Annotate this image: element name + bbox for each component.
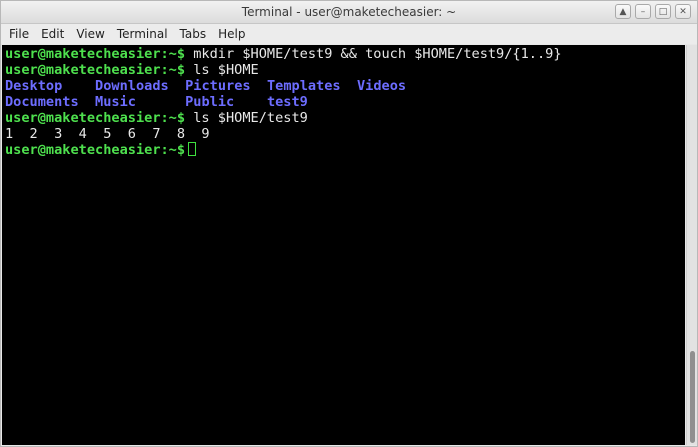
menu-tabs[interactable]: Tabs [174,24,213,44]
directory-entry: Pictures [185,78,251,94]
menu-bar: File Edit View Terminal Tabs Help [1,24,697,44]
command-text: ls $HOME/test9 [185,110,308,126]
close-icon[interactable]: ✕ [675,4,691,19]
directory-entry: Videos [357,78,407,94]
terminal-line: user@maketecheasier:~$ mkdir $HOME/test9… [5,46,685,62]
vertical-scrollbar[interactable] [686,45,697,445]
prompt: user@maketecheasier:~$ [5,62,186,78]
command-output: 1 2 3 4 5 6 7 8 9 [5,126,210,142]
directory-entry: Documents [5,94,79,110]
prompt: user@maketecheasier:~$ [5,46,186,62]
terminal-window: Terminal - user@maketecheasier: ~ ▲ – □ … [0,0,698,447]
directory-entry: Templates [266,78,341,94]
terminal-line: user@maketecheasier:~$ ls $HOME [5,62,685,78]
terminal-line: 1 2 3 4 5 6 7 8 9 [5,126,685,142]
title-bar[interactable]: Terminal - user@maketecheasier: ~ ▲ – □ … [1,1,697,24]
menu-edit[interactable]: Edit [35,24,70,44]
prompt: user@maketecheasier:~$ [5,142,186,158]
command-text: mkdir $HOME/test9 && touch $HOME/test9/{… [185,46,562,62]
maximize-icon[interactable]: □ [655,4,671,19]
terminal-line: Desktop Downloads Pictures Templates Vid… [5,78,685,94]
menu-terminal[interactable]: Terminal [111,24,174,44]
menu-help[interactable]: Help [212,24,251,44]
window-controls: ▲ – □ ✕ [615,4,691,19]
directory-entry: Public [185,94,235,110]
directory-entry: Music [95,94,136,110]
directory-entry: Desktop [5,78,63,94]
scrollbar-thumb[interactable] [690,351,695,443]
minimize-icon[interactable]: – [635,4,651,19]
text-cursor [188,142,197,156]
prompt: user@maketecheasier:~$ [5,110,186,126]
chevron-up-icon[interactable]: ▲ [615,4,631,19]
terminal-line: Documents Music Public test9 [5,94,685,110]
directory-entry: test9 [266,94,308,110]
directory-entry: Downloads [95,78,169,94]
command-text: ls $HOME [185,62,259,78]
menu-file[interactable]: File [1,24,35,44]
terminal-line: user@maketecheasier:~$ [5,142,685,158]
terminal-output[interactable]: user@maketecheasier:~$ mkdir $HOME/test9… [2,45,685,445]
window-title: Terminal - user@maketecheasier: ~ [241,5,457,19]
terminal-line: user@maketecheasier:~$ ls $HOME/test9 [5,110,685,126]
menu-view[interactable]: View [70,24,110,44]
